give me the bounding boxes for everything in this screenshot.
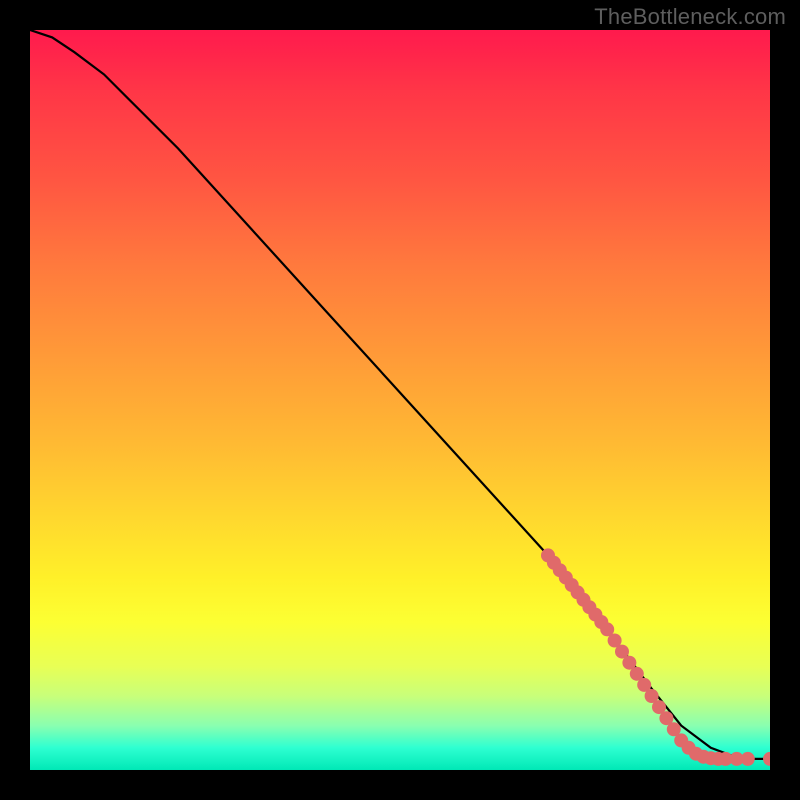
chart-svg xyxy=(30,30,770,770)
watermark-text: TheBottleneck.com xyxy=(594,4,786,30)
chart-stage: TheBottleneck.com xyxy=(0,0,800,800)
highlight-dot xyxy=(763,752,770,766)
plot-area xyxy=(30,30,770,770)
dots-layer xyxy=(541,548,770,766)
curve-path xyxy=(30,30,770,759)
highlight-dot xyxy=(741,752,755,766)
